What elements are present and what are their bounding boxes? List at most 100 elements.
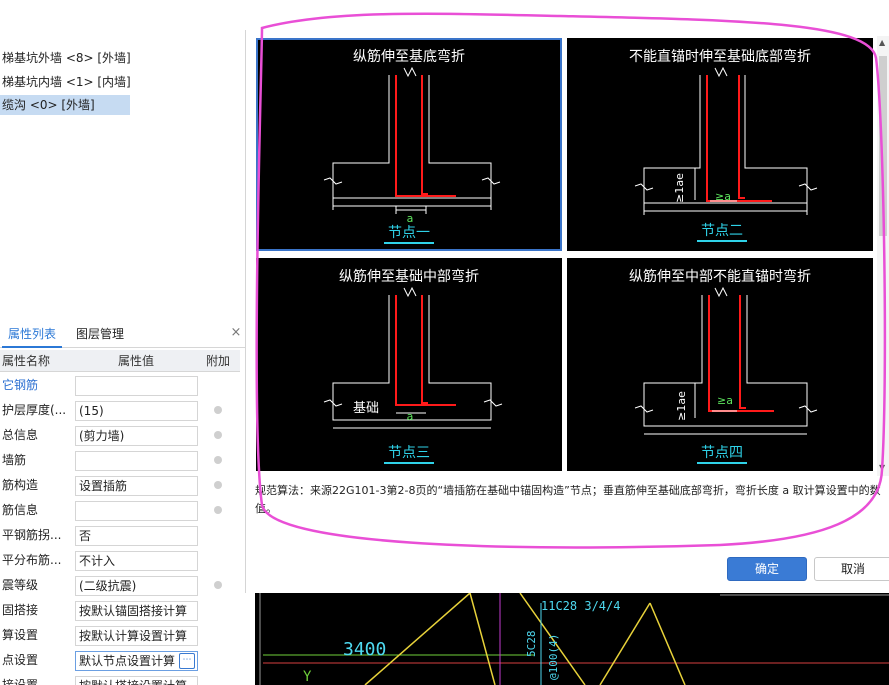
node-4-label: 节点四 <box>697 444 747 464</box>
property-name: 护层厚度(... <box>2 403 67 417</box>
property-value-field[interactable] <box>75 451 198 471</box>
cad-text-rebar: 11C28 3/4/4 <box>541 599 620 613</box>
component-list: 梯基坑外墙 <8> [外墙] 梯基坑内墙 <1> [内墙] 缆沟 <0> [外墙… <box>0 0 245 318</box>
property-row[interactable]: 它钢筋 <box>0 373 240 398</box>
cancel-button[interactable]: 取消 <box>814 557 889 581</box>
node-option-3[interactable]: 基础 a 纵筋伸至基础中部弯折 节点三 <box>256 258 562 471</box>
property-row[interactable]: 总信息 (剪力墙) <box>0 423 240 448</box>
property-value-field[interactable]: 否 <box>75 526 198 546</box>
node-option-2[interactable]: ≥1ae ≥a 不能直锚时伸至基础底部弯折 节点二 <box>567 38 873 251</box>
node-2-label: 节点二 <box>697 222 747 242</box>
property-value: 按默认锚固搭接计算 <box>79 604 188 618</box>
property-value-field[interactable]: 不计入 <box>75 551 198 571</box>
node-1-title: 纵筋伸至基底弯折 <box>353 49 465 65</box>
extra-indicator-icon[interactable] <box>214 481 222 489</box>
extra-indicator-icon[interactable] <box>214 506 222 514</box>
property-row[interactable]: 筋信息 <box>0 498 240 523</box>
component-item[interactable]: 梯基坑外墙 <8> [外墙] <box>0 48 130 68</box>
node-3-diagram: 基础 a <box>323 286 503 429</box>
property-panel: 属性列表 图层管理 × 属性名称 属性值 附加 它钢筋护层厚度(... (15) 总… <box>0 320 245 685</box>
extra-indicator-icon[interactable] <box>214 406 222 414</box>
tab-property-list[interactable]: 属性列表 <box>2 320 63 348</box>
component-item[interactable]: 梯基坑内墙 <1> [内墙] <box>0 72 130 92</box>
property-name: 接设置 <box>2 678 39 685</box>
ok-button[interactable]: 确定 <box>727 557 807 581</box>
property-row[interactable]: 护层厚度(... (15) <box>0 398 240 423</box>
close-icon[interactable]: × <box>229 326 243 340</box>
property-row[interactable]: 接设置 按默认搭接设置计算 <box>0 673 240 685</box>
property-name: 墙筋 <box>2 453 27 467</box>
property-value: 否 <box>79 529 92 543</box>
cad-drawing-area[interactable]: 11C28 3/4/4 3400 5C28 Y @100(4) <box>255 593 889 685</box>
property-value: (15) <box>79 404 104 418</box>
more-options-button[interactable]: ⋯ <box>179 653 195 669</box>
scroll-up-icon[interactable]: ▲ <box>879 39 887 47</box>
node-4-title: 纵筋伸至中部不能直锚时弯折 <box>629 269 811 285</box>
property-value: 不计入 <box>79 554 116 568</box>
property-name: 固搭接 <box>2 603 39 617</box>
property-row[interactable]: 墙筋 <box>0 448 240 473</box>
node-4-dim: ≥a <box>717 394 733 407</box>
property-row[interactable]: 平分布筋... 不计入 <box>0 548 240 573</box>
node-4-lae: ≥1ae <box>675 391 688 421</box>
dialog-scrollbar[interactable]: ▲ ▼ <box>877 36 889 476</box>
property-value: 默认节点设置计算 <box>79 654 176 668</box>
node-1-diagram: a <box>323 66 501 225</box>
component-item-selected[interactable]: 缆沟 <0> [外墙] <box>0 95 130 115</box>
property-value: (二级抗震) <box>79 579 137 593</box>
scroll-thumb[interactable] <box>879 56 887 236</box>
property-value-field[interactable]: (15) <box>75 401 198 421</box>
property-row[interactable]: 震等级 (二级抗震) <box>0 573 240 598</box>
property-value-field[interactable]: 按默认搭接设置计算 <box>75 676 198 685</box>
property-name: 平钢筋拐... <box>2 528 62 542</box>
node-4-diagram: ≥1ae ≥a <box>634 286 818 435</box>
property-row[interactable]: 平钢筋拐... 否 <box>0 523 240 548</box>
property-name: 总信息 <box>2 428 39 442</box>
cad-text-stirrup: @100(4) <box>547 634 560 680</box>
property-name: 它钢筋 <box>2 378 39 392</box>
node-2-title: 不能直锚时伸至基础底部弯折 <box>629 49 811 65</box>
extra-indicator-icon[interactable] <box>214 581 222 589</box>
header-name: 属性名称 <box>2 354 51 368</box>
property-value: 按默认搭接设置计算 <box>79 679 187 685</box>
property-value-field[interactable]: (剪力墙) <box>75 426 198 446</box>
property-name: 筋信息 <box>2 503 39 517</box>
node-option-1[interactable]: a 纵筋伸至基底弯折 节点一 <box>256 38 562 251</box>
property-value-field[interactable] <box>75 501 198 521</box>
property-row[interactable]: 算设置 按默认计算设置计算 <box>0 623 240 648</box>
property-name: 点设置 <box>2 653 39 667</box>
property-value-field[interactable]: 按默认计算设置计算 <box>75 626 198 646</box>
node-2-dim: ≥a <box>715 190 731 203</box>
cad-text-dimension: 3400 <box>343 639 386 660</box>
extra-indicator-icon[interactable] <box>214 431 222 439</box>
cad-text-axis: Y <box>303 669 312 685</box>
property-value-field[interactable] <box>75 376 198 396</box>
property-name: 震等级 <box>2 578 39 592</box>
property-value-field[interactable]: 设置插筋 <box>75 476 198 496</box>
property-name: 筋构造 <box>2 478 39 492</box>
property-value: (剪力墙) <box>79 429 125 443</box>
node-option-4[interactable]: ≥1ae ≥a 纵筋伸至中部不能直锚时弯折 节点四 <box>567 258 873 471</box>
property-row[interactable]: 固搭接 按默认锚固搭接计算 <box>0 598 240 623</box>
cad-text-rebar-vertical: 5C28 <box>525 631 538 658</box>
property-tabs: 属性列表 图层管理 × <box>0 320 245 348</box>
property-value-field[interactable]: 默认节点设置计算 ⋯ <box>75 651 198 671</box>
property-table-header: 属性名称 属性值 附加 <box>0 350 240 372</box>
property-value-field[interactable]: (二级抗震) <box>75 576 198 596</box>
tab-layer-management[interactable]: 图层管理 <box>70 320 130 348</box>
property-row[interactable]: 筋构造 设置插筋 <box>0 473 240 498</box>
extra-indicator-icon[interactable] <box>214 456 222 464</box>
app-window: 梯基坑外墙 <8> [外墙] 梯基坑内墙 <1> [内墙] 缆沟 <0> [外墙… <box>0 0 889 685</box>
node-2-diagram: ≥1ae ≥a <box>634 66 818 215</box>
cad-drawing: 11C28 3/4/4 3400 5C28 Y @100(4) <box>259 593 889 685</box>
property-row[interactable]: 点设置 默认节点设置计算 ⋯ <box>0 648 240 673</box>
scroll-down-icon[interactable]: ▼ <box>879 464 887 472</box>
header-extra: 附加 <box>206 354 231 368</box>
node-3-title: 纵筋伸至基础中部弯折 <box>339 269 479 285</box>
node-2-lae: ≥1ae <box>673 173 686 203</box>
property-value: 设置插筋 <box>79 479 128 493</box>
property-value-field[interactable]: 按默认锚固搭接计算 <box>75 601 198 621</box>
property-name: 算设置 <box>2 628 39 642</box>
node-3-dim: a <box>407 410 414 423</box>
node-description: 规范算法：来源22G101-3第2-8页的“墙插筋在基础中锚固构造”节点；垂直筋… <box>255 484 881 515</box>
